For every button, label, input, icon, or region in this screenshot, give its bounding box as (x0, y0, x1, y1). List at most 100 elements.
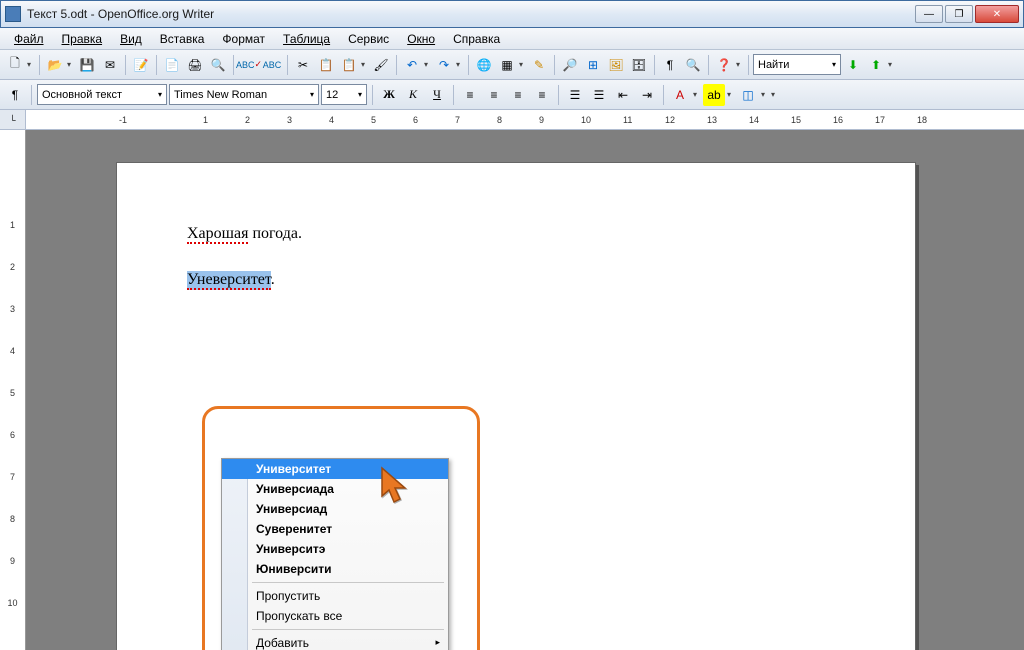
menu-insert[interactable]: Вставка (152, 30, 213, 48)
doc-text[interactable]: погода. (248, 225, 302, 242)
ctx-ignore[interactable]: Пропустить (222, 586, 448, 606)
ctx-suggestion-2[interactable]: Универсиада (222, 479, 448, 499)
find-next-button[interactable]: ⬇ (842, 54, 864, 76)
window-buttons: — ❐ ✕ (915, 5, 1019, 23)
align-right-button[interactable]: ≡ (507, 84, 529, 106)
font-size-combo[interactable]: 12▾ (321, 84, 367, 105)
misspelled-word-1[interactable]: Харошая (187, 225, 248, 244)
horizontal-ruler[interactable]: -1123456789101112131415161718 (26, 110, 1024, 129)
cut-button[interactable]: ✂ (292, 54, 314, 76)
navigator-button[interactable]: ⊞ (582, 54, 604, 76)
spellcheck-button[interactable]: ABC✓ (238, 54, 260, 76)
hyperlink-button[interactable]: 🌐 (473, 54, 495, 76)
menu-format[interactable]: Формат (214, 30, 273, 48)
menu-view[interactable]: Вид (112, 30, 150, 48)
table-button[interactable]: ▦ (496, 54, 518, 76)
print-preview-button[interactable]: 🔍 (207, 54, 229, 76)
app-icon (5, 6, 21, 22)
new-doc-button[interactable]: 🗋 (4, 54, 26, 76)
paste-button[interactable]: 📋 (338, 54, 360, 76)
menu-bar: Файл Правка Вид Вставка Формат Таблица С… (0, 28, 1024, 50)
underline-button[interactable]: Ч (426, 84, 448, 106)
bg-color-button[interactable]: ◫ (737, 84, 759, 106)
data-sources-button[interactable]: 🗄 (628, 54, 650, 76)
open-button[interactable]: 📂 (44, 54, 66, 76)
ctx-suggestion-1[interactable]: Университет (222, 459, 448, 479)
numbered-list-button[interactable]: ☰ (564, 84, 586, 106)
bullet-list-button[interactable]: ☰ (588, 84, 610, 106)
menu-table[interactable]: Таблица (275, 30, 338, 48)
menu-edit[interactable]: Правка (54, 30, 111, 48)
font-name-combo[interactable]: Times New Roman▾ (169, 84, 319, 105)
find-replace-button[interactable]: 🔎 (559, 54, 581, 76)
ctx-suggestion-3[interactable]: Универсиад (222, 499, 448, 519)
show-draw-button[interactable]: ✎ (528, 54, 550, 76)
vruler-tick: 7 (0, 472, 25, 482)
ctx-suggestion-5[interactable]: Университэ (222, 539, 448, 559)
close-button[interactable]: ✕ (975, 5, 1019, 23)
vruler-tick: 9 (0, 556, 25, 566)
undo-button[interactable]: ↶ (401, 54, 423, 76)
vertical-ruler[interactable]: 12345678910 (0, 130, 26, 650)
ruler-tick: 7 (455, 110, 460, 129)
ctx-ignore-all[interactable]: Пропускать все (222, 606, 448, 626)
formatting-toolbar: ¶ Основной текст▾ Times New Roman▾ 12▾ Ж… (0, 80, 1024, 110)
vruler-tick: 6 (0, 430, 25, 440)
maximize-button[interactable]: ❐ (945, 5, 973, 23)
ruler-tick: 1 (203, 110, 208, 129)
page-content[interactable]: Харошая погода. Уневерситет. (117, 163, 915, 351)
italic-button[interactable]: К (402, 84, 424, 106)
gallery-button[interactable]: 🖼 (605, 54, 627, 76)
minimize-button[interactable]: — (915, 5, 943, 23)
align-justify-button[interactable]: ≡ (531, 84, 553, 106)
help-button[interactable]: ❓ (713, 54, 735, 76)
menu-window[interactable]: Окно (399, 30, 443, 48)
ctx-suggestion-4[interactable]: Суверенитет (222, 519, 448, 539)
ruler-tick: 18 (917, 110, 927, 129)
find-prev-button[interactable]: ⬆ (865, 54, 887, 76)
format-paintbrush-button[interactable]: 🖌 (370, 54, 392, 76)
print-button[interactable]: 🖨 (184, 54, 206, 76)
align-center-button[interactable]: ≡ (483, 84, 505, 106)
align-left-button[interactable]: ≡ (459, 84, 481, 106)
window-titlebar: Текст 5.odt - OpenOffice.org Writer — ❐ … (0, 0, 1024, 28)
styles-button[interactable]: ¶ (4, 84, 26, 106)
copy-button[interactable]: 📋 (315, 54, 337, 76)
menu-tools[interactable]: Сервис (340, 30, 397, 48)
menu-file[interactable]: Файл (6, 30, 52, 48)
email-button[interactable]: ✉ (99, 54, 121, 76)
bold-button[interactable]: Ж (378, 84, 400, 106)
window-title: Текст 5.odt - OpenOffice.org Writer (27, 7, 915, 21)
export-pdf-button[interactable]: 📄 (161, 54, 183, 76)
ctx-suggestion-6[interactable]: Юниверсити (222, 559, 448, 579)
ruler-tick: 9 (539, 110, 544, 129)
ruler-tick: 12 (665, 110, 675, 129)
ctx-add[interactable]: Добавить▸ (222, 633, 448, 650)
increase-indent-button[interactable]: ⇥ (636, 84, 658, 106)
ruler-tick: 14 (749, 110, 759, 129)
save-button[interactable]: 💾 (76, 54, 98, 76)
auto-spellcheck-button[interactable]: ABC (261, 54, 283, 76)
vruler-tick: 8 (0, 514, 25, 524)
zoom-button[interactable]: 🔍 (682, 54, 704, 76)
ruler-tick: 13 (707, 110, 717, 129)
menu-help[interactable]: Справка (445, 30, 508, 48)
redo-button[interactable]: ↷ (433, 54, 455, 76)
ruler-tick: 10 (581, 110, 591, 129)
ruler-tick: 2 (245, 110, 250, 129)
find-combo[interactable]: Найти▾ (753, 54, 841, 75)
vruler-tick: 1 (0, 220, 25, 230)
vruler-tick: 10 (0, 598, 25, 608)
ruler-tick: 17 (875, 110, 885, 129)
spellcheck-context-menu: Университет Универсиада Универсиад Сувер… (221, 458, 449, 650)
nonprinting-chars-button[interactable]: ¶ (659, 54, 681, 76)
document-viewport[interactable]: Харошая погода. Уневерситет. Университет… (26, 130, 1024, 650)
edit-doc-button[interactable]: 📝 (130, 54, 152, 76)
font-color-button[interactable]: A (669, 84, 691, 106)
document-area: 12345678910 Харошая погода. Уневерситет.… (0, 130, 1024, 650)
decrease-indent-button[interactable]: ⇤ (612, 84, 634, 106)
misspelled-word-2[interactable]: Уневерситет (187, 271, 271, 290)
ruler-tick: 15 (791, 110, 801, 129)
paragraph-style-combo[interactable]: Основной текст▾ (37, 84, 167, 105)
highlight-button[interactable]: ab (703, 84, 725, 106)
